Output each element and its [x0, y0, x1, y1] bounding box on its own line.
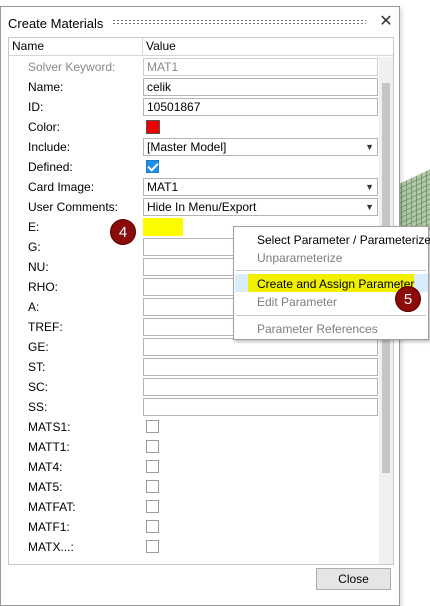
property-label: MATFAT: — [28, 500, 76, 514]
property-value-dropdown[interactable]: Hide In Menu/Export ▼ — [143, 198, 378, 216]
property-value-field[interactable] — [143, 218, 183, 236]
property-label: Solver Keyword: — [28, 60, 116, 74]
property-label: MATX...: — [28, 540, 74, 554]
property-row: SC: — [9, 377, 379, 397]
property-row: MAT5: — [9, 477, 379, 497]
property-label: Defined: — [28, 160, 73, 174]
property-checkbox[interactable] — [146, 460, 159, 473]
menu-item-select-parameter[interactable]: Select Parameter / Parameterize — [257, 233, 430, 247]
menu-item-create-assign-parameter[interactable]: Create and Assign Parameter — [257, 277, 414, 291]
drag-grip-icon[interactable] — [112, 19, 366, 26]
menu-separator — [236, 270, 426, 271]
color-swatch[interactable] — [146, 120, 160, 134]
property-label: RHO: — [28, 280, 58, 294]
property-label: Color: — [28, 120, 61, 134]
column-header-value[interactable]: Value — [143, 38, 393, 55]
property-checkbox[interactable] — [146, 420, 159, 433]
property-label: A: — [28, 300, 40, 314]
column-header-name[interactable]: Name — [9, 38, 143, 55]
property-label: MAT4: — [28, 460, 63, 474]
property-label: MAT5: — [28, 480, 63, 494]
property-value-field[interactable] — [143, 378, 378, 396]
menu-item-unparameterize[interactable]: Unparameterize — [257, 251, 342, 265]
property-row: SS: — [9, 397, 379, 417]
property-row: Include: [Master Model] ▼ — [9, 137, 379, 157]
property-row: Card Image: MAT1 ▼ — [9, 177, 379, 197]
property-value-field[interactable] — [143, 398, 378, 416]
property-checkbox[interactable] — [146, 440, 159, 453]
property-row: MATS1: — [9, 417, 379, 437]
step-badge-4: 4 — [110, 219, 136, 245]
property-value-dropdown[interactable]: MAT1 ▼ — [143, 178, 378, 196]
dropdown-value: [Master Model] — [147, 140, 227, 154]
property-value-field[interactable]: celik — [143, 78, 378, 96]
property-label: MATF1: — [28, 520, 70, 534]
property-label: Card Image: — [28, 180, 95, 194]
property-value-field[interactable] — [143, 358, 378, 376]
property-value-dropdown[interactable]: [Master Model] ▼ — [143, 138, 378, 156]
property-checkbox[interactable] — [146, 540, 159, 553]
menu-item-parameter-references[interactable]: Parameter References — [257, 322, 378, 336]
property-checkbox[interactable] — [146, 480, 159, 493]
property-label: E: — [28, 220, 40, 234]
property-checkbox[interactable] — [146, 160, 159, 173]
property-row: MATFAT: — [9, 497, 379, 517]
property-label: ST: — [28, 360, 46, 374]
property-label: NU: — [28, 260, 49, 274]
property-row: ST: — [9, 357, 379, 377]
chevron-down-icon[interactable]: ▼ — [365, 139, 374, 155]
close-button[interactable]: Close — [316, 568, 391, 590]
property-label: Include: — [28, 140, 71, 154]
property-value-field: MAT1 — [143, 58, 378, 76]
property-label: ID: — [28, 100, 44, 114]
property-row: MATX...: — [9, 537, 379, 557]
grid-header: Name Value — [9, 38, 393, 56]
property-value-field[interactable]: 10501867 — [143, 98, 378, 116]
property-label: User Comments: — [28, 200, 119, 214]
menu-item-edit-parameter[interactable]: Edit Parameter — [257, 295, 337, 309]
property-row: Name: celik — [9, 77, 379, 97]
chevron-down-icon[interactable]: ▼ — [365, 199, 374, 215]
property-row: MAT4: — [9, 457, 379, 477]
property-checkbox[interactable] — [146, 500, 159, 513]
chevron-down-icon[interactable]: ▼ — [365, 179, 374, 195]
property-row: MATT1: — [9, 437, 379, 457]
step-badge-5: 5 — [395, 286, 421, 312]
property-label: MATS1: — [28, 420, 71, 434]
property-label: MATT1: — [28, 440, 70, 454]
property-row: Defined: — [9, 157, 379, 177]
property-value-field[interactable] — [143, 338, 378, 356]
property-label: SS: — [28, 400, 48, 414]
dialog-title: Create Materials — [8, 16, 104, 31]
context-menu: Select Parameter / Parameterize Unparame… — [233, 226, 430, 340]
property-row: User Comments: Hide In Menu/Export ▼ — [9, 197, 379, 217]
close-icon[interactable]: ✕ — [377, 13, 395, 31]
property-label: Name: — [28, 80, 64, 94]
property-row: Solver Keyword: MAT1 — [9, 57, 379, 77]
property-row: Color: — [9, 117, 379, 137]
property-row: ID: 10501867 — [9, 97, 379, 117]
property-label: G: — [28, 240, 41, 254]
menu-separator — [236, 315, 426, 316]
dropdown-value: Hide In Menu/Export — [147, 200, 257, 214]
dropdown-value: MAT1 — [147, 180, 179, 194]
dialog-titlebar[interactable]: Create Materials ✕ — [1, 7, 399, 37]
property-row: GE: — [9, 337, 379, 357]
property-label: GE: — [28, 340, 49, 354]
property-label: TREF: — [28, 320, 63, 334]
property-checkbox[interactable] — [146, 520, 159, 533]
property-row: MATF1: — [9, 517, 379, 537]
property-label: SC: — [28, 380, 49, 394]
